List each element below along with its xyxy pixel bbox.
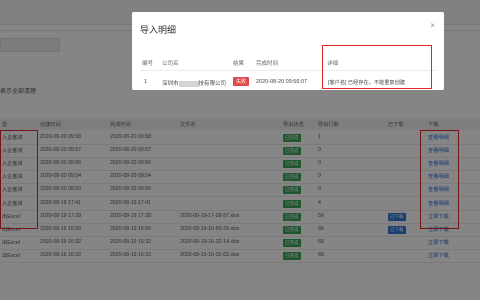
company-suffix: 技有限公司: [198, 81, 227, 87]
modal-col-time: 完成时间: [256, 61, 279, 67]
modal-row-time: 2020-08-20 09:56:07: [256, 79, 308, 85]
modal-col-company: 公司名: [162, 61, 179, 67]
modal-col-result: 结果: [233, 61, 245, 67]
modal-row-company: 深圳市 技有限公司: [162, 79, 226, 87]
modal-row-no: 1: [144, 79, 148, 85]
modal-title: 导入明细: [140, 25, 177, 35]
redacted-blur: [178, 80, 199, 87]
company-prefix: 深圳市: [162, 81, 179, 87]
result-failed-badge: 失败: [233, 77, 250, 86]
close-icon[interactable]: ×: [430, 21, 435, 30]
detail-column-highlight: [322, 45, 432, 89]
import-detail-modal: 导入明细 × 编号 公司名 结果 完成时间 详细 1 深圳市 技有限公司 失败 2…: [132, 12, 444, 90]
modal-col-no: 编号: [142, 61, 154, 67]
